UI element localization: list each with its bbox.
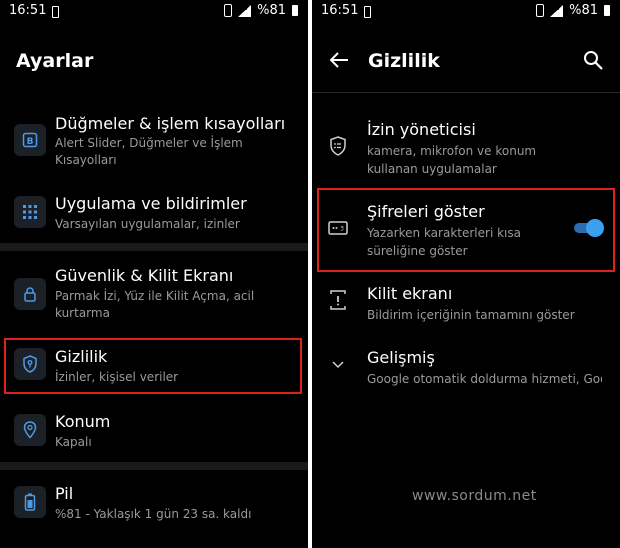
status-time: 16:51 (321, 3, 359, 18)
settings-screen: 16:51 4G %81 Ayarlar B Düğmeler & işlem … (0, 0, 308, 548)
settings-item-apps[interactable]: Uygulama ve bildirimler Varsayılan uygul… (0, 192, 308, 238)
privacy-item-advanced[interactable]: Gelişmiş Google otomatik doldurma hizmet… (312, 346, 620, 392)
lock-icon (14, 278, 46, 310)
signal-icon: 4G (550, 4, 564, 17)
phone-icon (536, 4, 545, 17)
signal-icon: 4G (238, 4, 252, 17)
charging-icon (52, 6, 59, 18)
status-bar: 16:51 4G %81 (312, 0, 620, 22)
section-separator (0, 462, 308, 470)
back-arrow-icon[interactable] (328, 48, 350, 72)
battery-percent: %81 (257, 3, 286, 18)
phone-icon (224, 4, 233, 17)
item-title: Kilit ekranı (367, 284, 453, 303)
settings-item-security[interactable]: Güvenlik & Kilit Ekranı Parmak İzi, Yüz … (0, 264, 308, 324)
item-title: Güvenlik & Kilit Ekranı (55, 266, 234, 285)
chevron-down-icon (326, 352, 350, 376)
item-title: Konum (55, 412, 111, 431)
privacy-screen: 16:51 4G %81 Gizlilik İzin yöneticisi ka… (312, 0, 620, 548)
item-title: Gelişmiş (367, 348, 435, 367)
location-icon (14, 414, 46, 446)
page-title: Gizlilik (368, 50, 440, 72)
permission-manager-icon (326, 134, 350, 158)
battery-status-icon (604, 5, 610, 16)
status-bar: 16:51 4G %81 (0, 0, 308, 22)
search-icon[interactable] (582, 48, 604, 72)
privacy-item-lock-screen[interactable]: Kilit ekranı Bildirim içeriğinin tamamın… (312, 282, 620, 328)
battery-percent: %81 (569, 3, 598, 18)
privacy-item-permission-manager[interactable]: İzin yöneticisi kamera, mikrofon ve konu… (312, 118, 620, 178)
highlight-box (317, 188, 615, 272)
status-time: 16:51 (9, 3, 47, 18)
item-title: Uygulama ve bildirimler (55, 194, 247, 213)
item-title: Pil (55, 484, 74, 503)
lock-screen-icon (326, 288, 350, 312)
settings-item-buttons[interactable]: B Düğmeler & işlem kısayolları Alert Sli… (0, 112, 308, 172)
item-subtitle: Google otomatik doldurma hizmeti, Goo... (367, 372, 602, 386)
settings-item-battery[interactable]: Pil %81 - Yaklaşık 1 gün 23 sa. kaldı (0, 482, 308, 524)
svg-text:B: B (27, 137, 34, 147)
header-divider (312, 92, 620, 93)
watermark: www.sordum.net (412, 488, 537, 504)
item-subtitle: kamera, mikrofon ve konum kullanan uygul… (367, 144, 537, 176)
item-subtitle: Bildirim içeriğinin tamamını göster (367, 308, 575, 322)
item-subtitle: Parmak İzi, Yüz ile Kilit Açma, acil kur… (55, 289, 255, 320)
section-separator (0, 243, 308, 251)
item-title: Düğmeler & işlem kısayolları (55, 114, 286, 133)
item-subtitle: Varsayılan uygulamalar, izinler (55, 217, 240, 231)
item-subtitle: Alert Slider, Düğmeler ve İşlem Kısayoll… (55, 136, 243, 167)
item-subtitle: Kapalı (55, 435, 92, 449)
settings-item-location[interactable]: Konum Kapalı (0, 410, 308, 452)
highlight-box (4, 338, 302, 394)
page-title: Ayarlar (16, 50, 94, 72)
battery-status-icon (292, 5, 298, 16)
apps-grid-icon (14, 196, 46, 228)
battery-icon (14, 486, 46, 518)
item-title: İzin yöneticisi (367, 120, 476, 139)
item-subtitle: %81 - Yaklaşık 1 gün 23 sa. kaldı (55, 507, 252, 521)
b-button-icon: B (14, 124, 46, 156)
charging-icon (364, 6, 371, 18)
